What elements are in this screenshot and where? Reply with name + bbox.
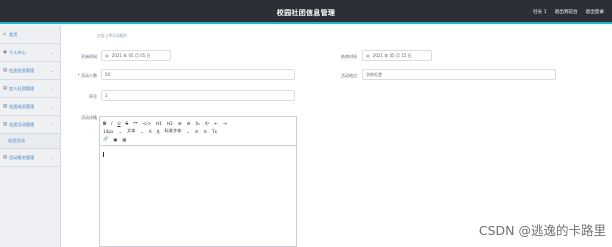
chevron-down-icon: ⌄ [50,104,54,109]
top-bar: 校园社团信息管理 社长 1 退出到前台 退出登录 [0,0,612,24]
start-time-value: 2021 年 05 月 05 日 [111,52,151,58]
current-user[interactable]: 社长 1 [533,9,547,15]
video-icon[interactable]: ▦ [122,137,126,142]
back-home-link[interactable]: 退出到前台 [555,9,578,15]
app-title: 校园社团信息管理 [276,9,336,17]
chevron-down-icon: ⌄ [50,86,54,91]
sidebar-item-club-info[interactable]: ▤ 社团信息管理 ⌄ [0,62,60,80]
outdent-button[interactable]: ⇤ [214,121,218,126]
csdn-watermark: CSDN @逃逸的卡路里 [478,223,606,238]
toolbar-row-3: 🔗 ▣ ▦ [103,135,293,143]
main-content: 点击上传活动图片 开始时间 ▦ 2021 年 05 月 05 日 结束时间 ▦ … [61,26,612,247]
indent-button[interactable]: ⇥ [223,121,227,126]
chevron-down-icon: ⌄ [50,155,54,160]
sidebar-item-profile[interactable]: ◉ 个人中心 ⌄ [0,44,60,62]
text-style-select[interactable]: 文本 [127,128,135,134]
sidebar-item-members[interactable]: ▤ 社团成员管理 ⌄ [0,98,60,116]
quote-button[interactable]: ❝❞ [133,121,138,126]
h2-button[interactable]: H2 [167,121,173,126]
sidebar-subitem-activities[interactable]: 社团活动 [0,134,60,149]
h1-button[interactable]: H1 [156,121,162,126]
sidebar-item-label: 个人中心 [9,49,26,55]
upload-hint[interactable]: 点击上传活动图片 [97,33,127,39]
align-button[interactable]: ≡ [195,129,199,134]
sidebar-item-join-club[interactable]: ▤ 加入社团管理 ⌄ [0,80,60,98]
chevron-down-icon[interactable]: ⌄ [118,129,122,134]
code-button[interactable]: </> [143,121,151,126]
chevron-down-icon[interactable]: ⌄ [140,129,144,134]
chevron-down-icon[interactable]: ⌄ [186,129,190,134]
ordered-list-button[interactable]: ☰ [178,121,182,126]
toolbar-row-2: 14px ⌄ 文本 ⌄ A A̲ 标准字体 ⌄ ≡ ≡ Tx [103,127,293,135]
chevron-down-icon: ⌄ [50,68,54,73]
sidebar-item-label: 活动报名管理 [9,154,35,160]
background-color-button[interactable]: A̲ [157,129,160,134]
start-time-input[interactable]: ▦ 2021 年 05 月 05 日 [101,50,171,61]
number-input[interactable]: 1 [101,90,295,101]
number-value: 1 [105,93,108,98]
capacity-value: 50 [105,72,111,77]
sidebar-item-label: 加入社团管理 [9,85,35,91]
sidebar-item-activities[interactable]: ▤ 社团活动管理 ⌃ [0,116,60,134]
location-input[interactable]: 学校礼堂 [362,69,556,80]
underline-button[interactable]: U [117,121,120,126]
location-label: 活动地点 [341,73,357,78]
text-cursor [103,152,104,157]
bullet-list-button[interactable]: ☰ [187,121,191,126]
details-label: 活动详情 [81,115,97,120]
end-time-value: 2021 年 05 月 15 日 [372,52,412,58]
number-label: 序号 [89,94,97,99]
font-color-button[interactable]: A [149,129,152,134]
font-family-select[interactable]: 标准字体 [165,128,182,134]
rich-text-editor[interactable]: B I U S ❝❞ </> H1 H2 ☰ ☰ X₂ X² ⇤ ⇥ 14px … [99,116,297,247]
toolbar-row-1: B I U S ❝❞ </> H1 H2 ☰ ☰ X₂ X² ⇤ ⇥ [103,119,293,127]
sidebar-item-label: 社团活动管理 [9,121,35,127]
superscript-button[interactable]: X² [205,121,210,126]
subscript-button[interactable]: X₂ [195,121,200,126]
capacity-label: * 活动人数 [77,73,97,78]
sidebar-item-label: 社团成员管理 [9,103,35,109]
header-actions: 社长 1 退出到前台 退出登录 [533,9,604,15]
capacity-input[interactable]: 50 [101,69,295,80]
clear-format-button[interactable]: Tx [212,129,217,134]
sidebar-subitem-label: 社团活动 [8,138,25,143]
end-time-label: 结束时间 [341,54,357,59]
font-size-select[interactable]: 14px [103,129,113,134]
sidebar-item-home[interactable]: ⌂ 首页 [0,26,60,44]
chevron-up-icon: ⌃ [50,122,54,127]
align-menu-button[interactable]: ≡ [203,129,207,134]
calendar-icon: ▦ [105,53,109,58]
logout-link[interactable]: 退出登录 [586,9,604,15]
calendar-icon: ▦ [366,53,370,58]
end-time-input[interactable]: ▦ 2021 年 05 月 15 日 [362,50,432,61]
link-icon[interactable]: 🔗 [103,136,108,142]
image-icon[interactable]: ▣ [113,137,117,142]
strike-button[interactable]: S [126,121,129,126]
chevron-down-icon: ⌄ [50,50,54,55]
bold-button[interactable]: B [103,121,106,126]
sidebar: ⌂ 首页 ◉ 个人中心 ⌄ ▤ 社团信息管理 ⌄ ▤ 加入社团管理 ⌄ ▤ 社团… [0,26,61,247]
sidebar-item-label: 社团信息管理 [9,67,35,73]
sidebar-item-label: 首页 [9,31,18,37]
sidebar-item-registration[interactable]: ▤ 活动报名管理 ⌄ [0,149,60,167]
location-value: 学校礼堂 [366,71,382,77]
start-time-label: 开始时间 [81,54,97,59]
editor-toolbar: B I U S ❝❞ </> H1 H2 ☰ ☰ X₂ X² ⇤ ⇥ 14px … [100,117,296,146]
italic-button[interactable]: I [111,121,112,126]
